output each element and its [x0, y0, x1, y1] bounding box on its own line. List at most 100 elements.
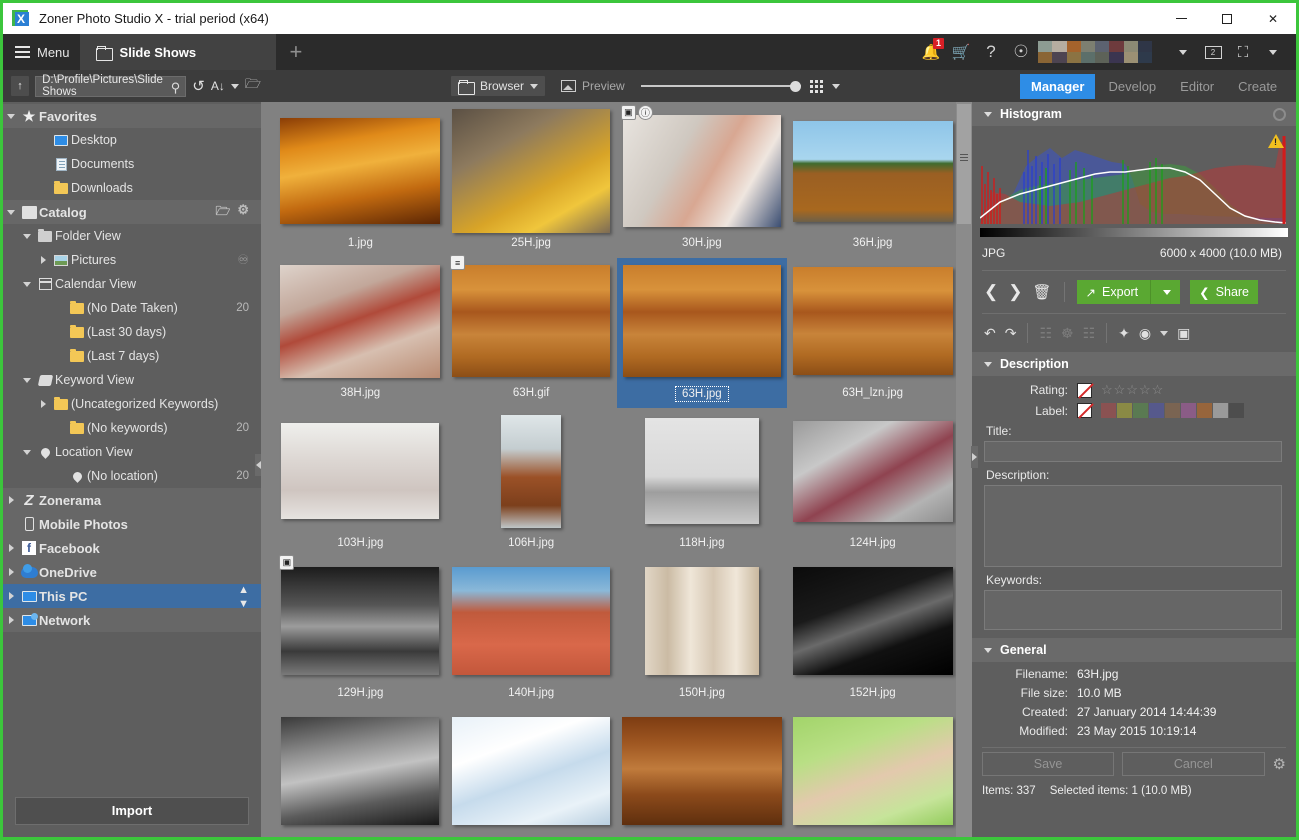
expand-arrow-icon[interactable]: [35, 400, 51, 408]
expand-arrow-icon[interactable]: [3, 544, 19, 552]
avatar[interactable]: [1038, 41, 1152, 63]
right-panel-collapse-handle[interactable]: [971, 446, 978, 468]
expand-arrow-icon[interactable]: [19, 233, 35, 239]
refresh-icon[interactable]: ↺: [192, 77, 205, 95]
scrollbar-thumb[interactable]: [957, 104, 971, 224]
view-caret-icon[interactable]: [831, 83, 840, 89]
sidebar-item-onedrive[interactable]: OneDrive: [3, 560, 261, 584]
expand-arrow-icon[interactable]: [3, 209, 19, 215]
expand-arrow-icon[interactable]: [19, 281, 35, 287]
label-swatch-0[interactable]: [1101, 403, 1116, 418]
gear-icon[interactable]: ⚙: [237, 202, 249, 223]
minimize-icon[interactable]: [1158, 3, 1204, 34]
maximize-icon[interactable]: [1204, 3, 1250, 34]
label-swatch-5[interactable]: [1181, 403, 1196, 418]
thumbnail-cell[interactable]: 38H.jpg: [275, 258, 446, 408]
document-tab-slide-shows[interactable]: Slide Shows: [79, 34, 276, 70]
path-input[interactable]: D:\Profile\Pictures\Slide Shows ⚲: [35, 74, 187, 98]
browser-mode-button[interactable]: Browser: [451, 76, 546, 96]
new-tab-button[interactable]: +: [276, 34, 317, 70]
share-button[interactable]: ❮ Share: [1190, 280, 1259, 304]
import-button[interactable]: Import: [15, 796, 249, 825]
thumbnail-browser[interactable]: 1.jpg 25H.jpg ▣ ⓘ 30H.jpg 36H.jpg 38H.jpg ≡ 63H.…: [261, 102, 972, 837]
trash-icon[interactable]: 🗑: [1033, 283, 1052, 301]
sidebar-item-catalog[interactable]: Catalog 🗁 ⚙: [3, 200, 261, 224]
sidebar-item-zonerama[interactable]: Z Zonerama: [3, 488, 261, 512]
gear-icon[interactable]: ⚙: [1273, 755, 1286, 773]
description-section-header[interactable]: Description: [972, 352, 1296, 376]
sidebar-item-this-pc[interactable]: This PC ▲ ▼: [3, 582, 261, 610]
browser-scrollbar[interactable]: [956, 102, 972, 837]
monitor-icon[interactable]: 2: [1198, 34, 1228, 70]
rating-clear-button[interactable]: [1077, 382, 1092, 398]
tab-editor[interactable]: Editor: [1169, 74, 1225, 99]
stack-icon[interactable]: ◉: [1139, 325, 1151, 342]
sort-caret-icon[interactable]: [230, 83, 239, 89]
navigate-up-icon[interactable]: [11, 76, 29, 96]
stack-caret-icon[interactable]: [1160, 330, 1169, 336]
question-mark-icon[interactable]: ?: [976, 34, 1006, 70]
cancel-button[interactable]: Cancel: [1122, 752, 1265, 776]
label-swatch-1[interactable]: [1117, 403, 1132, 418]
label-swatch-2[interactable]: [1133, 403, 1148, 418]
label-clear-button[interactable]: [1077, 403, 1092, 418]
info-icon[interactable]: ⓘ: [637, 105, 653, 120]
sidebar-item-last-30-days[interactable]: (Last 30 days): [3, 320, 261, 344]
user-account-icon[interactable]: ☉: [1006, 34, 1036, 70]
sidebar-item-last-7-days[interactable]: (Last 7 days): [3, 344, 261, 368]
sidebar-item-calendar-view[interactable]: Calendar View: [3, 272, 261, 296]
expand-arrow-icon[interactable]: [3, 592, 19, 600]
add-folder-icon[interactable]: 🗁: [215, 202, 230, 223]
sidebar-item-facebook[interactable]: f Facebook: [3, 536, 261, 560]
thumbnail-cell[interactable]: 150H.jpg: [617, 558, 788, 708]
gear-icon[interactable]: [1273, 107, 1286, 121]
sync-icon[interactable]: ♾: [237, 252, 249, 268]
thumbnail-cell[interactable]: 118H.jpg: [617, 408, 788, 558]
sidebar-item-pictures[interactable]: Pictures ♾: [3, 248, 261, 272]
camera-icon[interactable]: ▣: [620, 105, 636, 120]
updown-arrows-icon[interactable]: ▲ ▼: [238, 582, 249, 610]
thumbnail-cell[interactable]: 152H.jpg: [787, 558, 958, 708]
search-icon[interactable]: ⚲: [171, 80, 181, 96]
fullscreen-icon[interactable]: ⛶: [1228, 34, 1258, 70]
thumbnail-size-slider[interactable]: [640, 79, 801, 93]
expand-arrow-icon[interactable]: [3, 616, 19, 624]
rating-stars[interactable]: ☆☆☆☆☆: [1101, 382, 1164, 398]
sidebar-item-location-view[interactable]: Location View: [3, 440, 261, 464]
sidebar-item-documents[interactable]: Documents: [3, 152, 261, 176]
description-input[interactable]: [984, 485, 1282, 567]
save-button[interactable]: Save: [982, 752, 1115, 776]
chevron-down-icon[interactable]: [530, 83, 539, 89]
sidebar-item-keyword-view[interactable]: Keyword View: [3, 368, 261, 392]
export-caret-icon[interactable]: [1163, 289, 1172, 295]
histogram-section-header[interactable]: Histogram: [972, 102, 1296, 126]
thumbnail-cell[interactable]: [275, 708, 446, 837]
sort-az-icon[interactable]: A↓: [211, 79, 225, 93]
sidebar-item-desktop[interactable]: Desktop: [3, 128, 261, 152]
expand-arrow-icon[interactable]: [3, 113, 19, 119]
sidebar-item-no-keywords[interactable]: (No keywords) 20: [3, 416, 261, 440]
thumbnail-cell[interactable]: 25H.jpg: [446, 108, 617, 258]
tab-manager[interactable]: Manager: [1020, 73, 1096, 99]
camera-icon[interactable]: ▣: [279, 555, 295, 570]
thumbnail-cell[interactable]: [446, 708, 617, 837]
preview-mode-button[interactable]: Preview: [554, 76, 632, 96]
fullscreen-caret-icon[interactable]: [1258, 34, 1288, 70]
general-section-header[interactable]: General: [972, 638, 1296, 662]
label-swatch-4[interactable]: [1165, 403, 1180, 418]
grid-view-icon[interactable]: [809, 79, 823, 93]
add-page-icon[interactable]: ▣: [1177, 325, 1190, 342]
sidebar-item-mobile-photos[interactable]: Mobile Photos: [3, 512, 261, 536]
expand-arrow-icon[interactable]: [19, 449, 35, 455]
adjust-icon[interactable]: ≡: [450, 255, 466, 270]
sidebar-item-favorites[interactable]: ★ Favorites: [3, 104, 261, 128]
thumbnail-cell[interactable]: [787, 708, 958, 837]
label-swatch-8[interactable]: [1229, 403, 1244, 418]
thumbnail-cell[interactable]: ▣ 129H.jpg: [275, 555, 446, 708]
label-swatches[interactable]: [1101, 403, 1244, 418]
thumbnail-cell[interactable]: 63H_lzn.jpg: [787, 258, 958, 408]
rotate-right-icon[interactable]: ↷: [1005, 325, 1017, 342]
new-folder-icon[interactable]: 🗁: [245, 75, 261, 97]
label-swatch-3[interactable]: [1149, 403, 1164, 418]
main-menu-button[interactable]: Menu: [3, 34, 80, 70]
